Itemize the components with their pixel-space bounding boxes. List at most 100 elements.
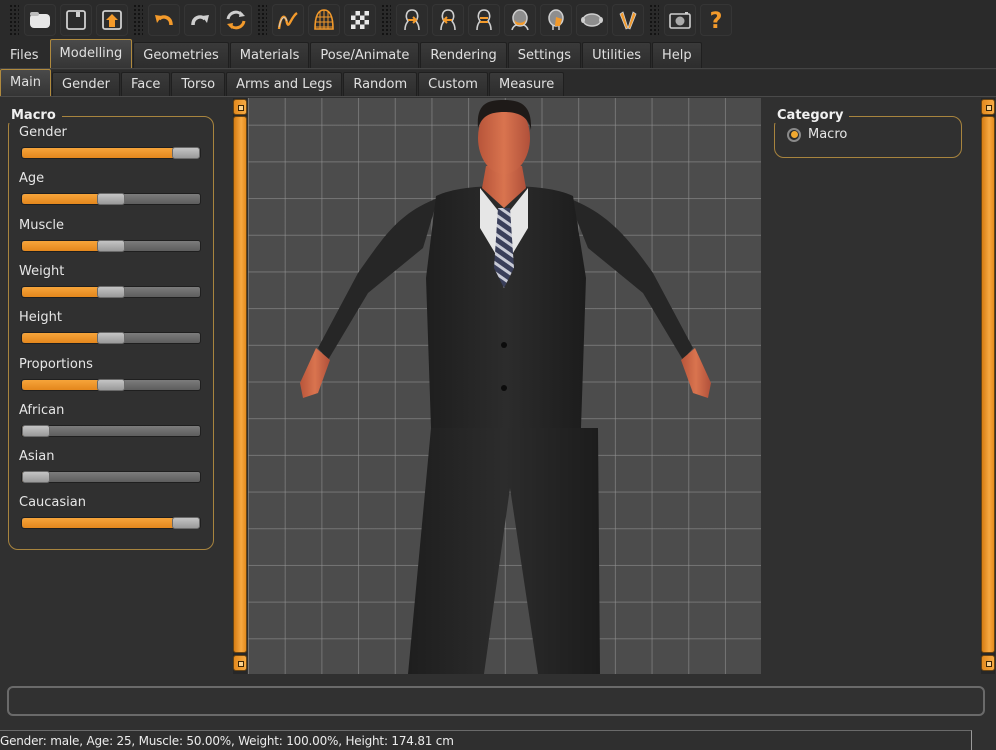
tab-utilities[interactable]: Utilities [582, 42, 651, 68]
toolbar-separator [649, 4, 659, 36]
wireframe-button[interactable] [308, 4, 340, 36]
reset-camera-button[interactable] [612, 4, 644, 36]
slider-track[interactable] [21, 193, 201, 206]
slider-fill [22, 379, 99, 390]
front-view-icon [404, 9, 420, 31]
bottom-view-button[interactable] [576, 4, 608, 36]
scroll-up-button[interactable] [981, 99, 995, 115]
save-icon [66, 10, 86, 30]
slider-handle[interactable] [97, 285, 125, 298]
left-arm [318, 198, 438, 360]
subtab-main[interactable]: Main [0, 69, 52, 96]
scroll-thumb[interactable] [981, 116, 995, 653]
toolbar-separator [381, 4, 391, 36]
tab-modelling[interactable]: Modelling [49, 39, 133, 68]
progress-bar [7, 686, 985, 716]
right-view-icon [511, 9, 529, 31]
load-button[interactable] [24, 4, 56, 36]
left-view-button[interactable] [468, 4, 500, 36]
tab-files[interactable]: Files [0, 42, 49, 68]
scroll-thumb[interactable] [233, 116, 247, 653]
slider-proportions: Proportions [19, 357, 205, 391]
back-view-button[interactable] [432, 4, 464, 36]
subtab-face[interactable]: Face [120, 72, 171, 96]
slider-track[interactable] [21, 471, 201, 484]
left-panel-scrollbar[interactable] [233, 98, 247, 674]
toolbar-separator [257, 4, 267, 36]
left-panel: Macro Gender Age Muscle Weight Height Proport… [0, 98, 232, 676]
slider-muscle: Muscle [19, 218, 205, 252]
export-button[interactable] [96, 4, 128, 36]
reset-button[interactable] [220, 4, 252, 36]
redo-icon [191, 15, 209, 26]
background-icon [351, 11, 369, 29]
subtab-custom[interactable]: Custom [418, 72, 488, 96]
slider-track[interactable] [21, 285, 201, 298]
scroll-down-button[interactable] [981, 655, 995, 671]
trousers [408, 428, 600, 674]
bottom-view-icon [581, 13, 603, 27]
slider-african: African [19, 403, 205, 437]
slider-handle[interactable] [97, 193, 125, 206]
slider-handle[interactable] [97, 332, 125, 345]
help-button[interactable]: ? [700, 4, 732, 36]
slider-handle[interactable] [22, 424, 50, 437]
slider-fill [22, 333, 99, 344]
background-button[interactable] [344, 4, 376, 36]
help-icon: ? [710, 9, 723, 33]
slider-track[interactable] [21, 378, 201, 391]
category-option-macro[interactable]: Macro [787, 127, 847, 142]
category-title: Category [773, 108, 850, 123]
screenshot-button[interactable] [664, 4, 696, 36]
slider-track[interactable] [21, 424, 201, 437]
scroll-up-button[interactable] [233, 99, 247, 115]
redo-button[interactable] [184, 4, 216, 36]
save-button[interactable] [60, 4, 92, 36]
slider-label: Proportions [19, 356, 93, 372]
tab-pose-animate[interactable]: Pose/Animate [310, 42, 420, 68]
slider-label: Asian [19, 449, 55, 465]
tab-geometries[interactable]: Geometries [133, 42, 229, 68]
slider-track[interactable] [21, 239, 201, 252]
right-arm [568, 198, 693, 360]
slider-handle[interactable] [97, 378, 125, 391]
slider-label: African [19, 402, 65, 418]
slider-label: Caucasian [19, 495, 86, 511]
slider-label: Weight [19, 263, 65, 279]
top-view-button[interactable] [540, 4, 572, 36]
subtab-random[interactable]: Random [343, 72, 418, 96]
right-panel-scrollbar[interactable] [981, 98, 995, 674]
slider-fill [22, 148, 174, 158]
left-view-icon [476, 9, 492, 31]
human-model[interactable] [248, 98, 761, 674]
subtab-gender[interactable]: Gender [52, 72, 120, 96]
subtab-torso[interactable]: Torso [171, 72, 226, 96]
slider-fill [22, 518, 174, 529]
slider-weight: Weight [19, 264, 205, 298]
slider-track[interactable] [21, 332, 201, 345]
3d-viewport[interactable] [248, 98, 761, 674]
slider-handle[interactable] [172, 517, 200, 530]
scroll-down-button[interactable] [233, 655, 247, 671]
smooth-button[interactable] [272, 4, 304, 36]
right-view-button[interactable] [504, 4, 536, 36]
slider-handle[interactable] [97, 239, 125, 252]
slider-handle[interactable] [22, 471, 50, 484]
slider-track[interactable] [21, 147, 201, 159]
slider-asian: Asian [19, 449, 205, 484]
tab-settings[interactable]: Settings [507, 42, 582, 68]
tab-rendering[interactable]: Rendering [420, 42, 507, 68]
radio-button[interactable] [787, 127, 801, 142]
reset-camera-icon [619, 11, 637, 30]
export-icon [102, 10, 122, 30]
tab-help[interactable]: Help [652, 42, 702, 68]
tab-materials[interactable]: Materials [229, 42, 310, 68]
undo-button[interactable] [148, 4, 180, 36]
slider-track[interactable] [21, 517, 201, 530]
slider-handle[interactable] [172, 147, 200, 159]
front-view-button[interactable] [396, 4, 428, 36]
subtab-measure[interactable]: Measure [488, 72, 565, 96]
status-bar: Gender: male, Age: 25, Muscle: 50.00%, W… [0, 730, 972, 750]
smooth-icon [277, 12, 298, 30]
subtab-arms-and-legs[interactable]: Arms and Legs [226, 72, 343, 96]
